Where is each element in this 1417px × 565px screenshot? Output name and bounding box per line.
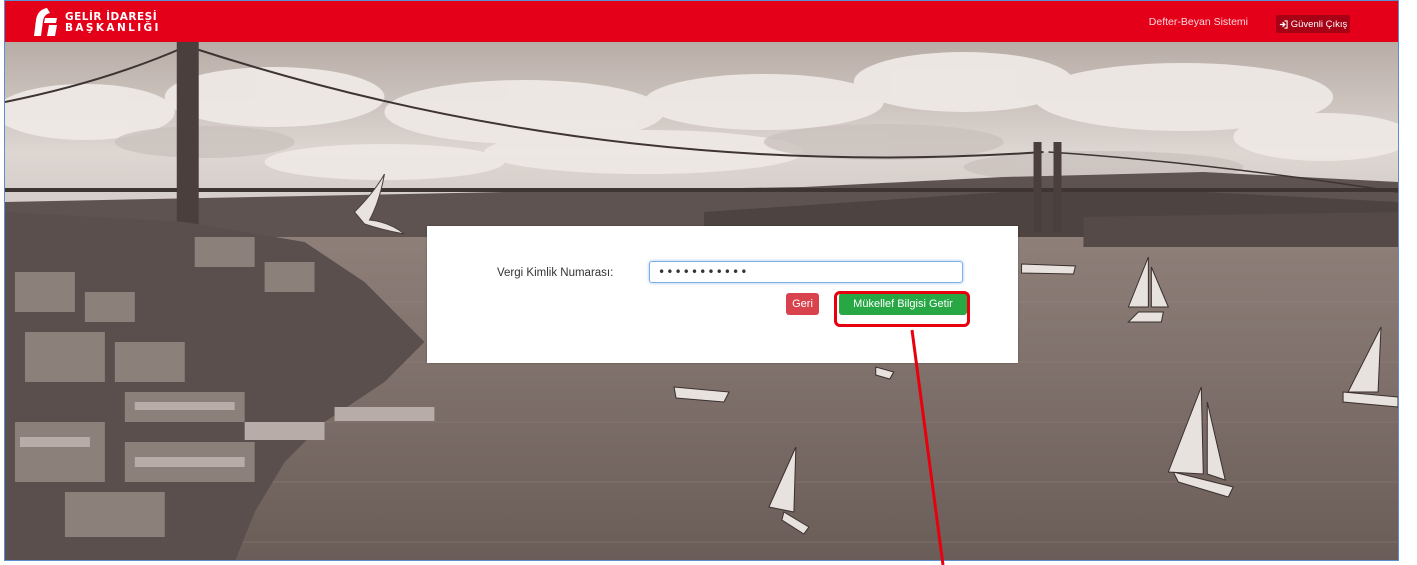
- vkn-input[interactable]: [649, 261, 963, 283]
- vkn-label: Vergi Kimlik Numarası:: [497, 267, 614, 279]
- logo-text: GELİR İDARESİ BAŞKANLIĞI: [65, 12, 161, 34]
- system-title[interactable]: Defter-Beyan Sistemi: [1149, 16, 1248, 28]
- logo-line-2: BAŞKANLIĞI: [65, 22, 161, 34]
- sign-out-icon: [1279, 19, 1288, 29]
- page-frame: GELİR İDARESİ BAŞKANLIĞI Defter-Beyan Si…: [4, 0, 1399, 561]
- fetch-taxpayer-info-button[interactable]: Mükellef Bilgisi Getir: [839, 293, 967, 315]
- logout-label: Güvenli Çıkış: [1290, 18, 1348, 30]
- top-bar: GELİR İDARESİ BAŞKANLIĞI Defter-Beyan Si…: [5, 1, 1398, 43]
- login-panel: Vergi Kimlik Numarası: Geri Mükellef Bil…: [427, 226, 1018, 363]
- gib-logo-mark-icon: [34, 8, 57, 36]
- back-button[interactable]: Geri: [786, 293, 819, 315]
- logout-button[interactable]: Güvenli Çıkış: [1276, 15, 1350, 33]
